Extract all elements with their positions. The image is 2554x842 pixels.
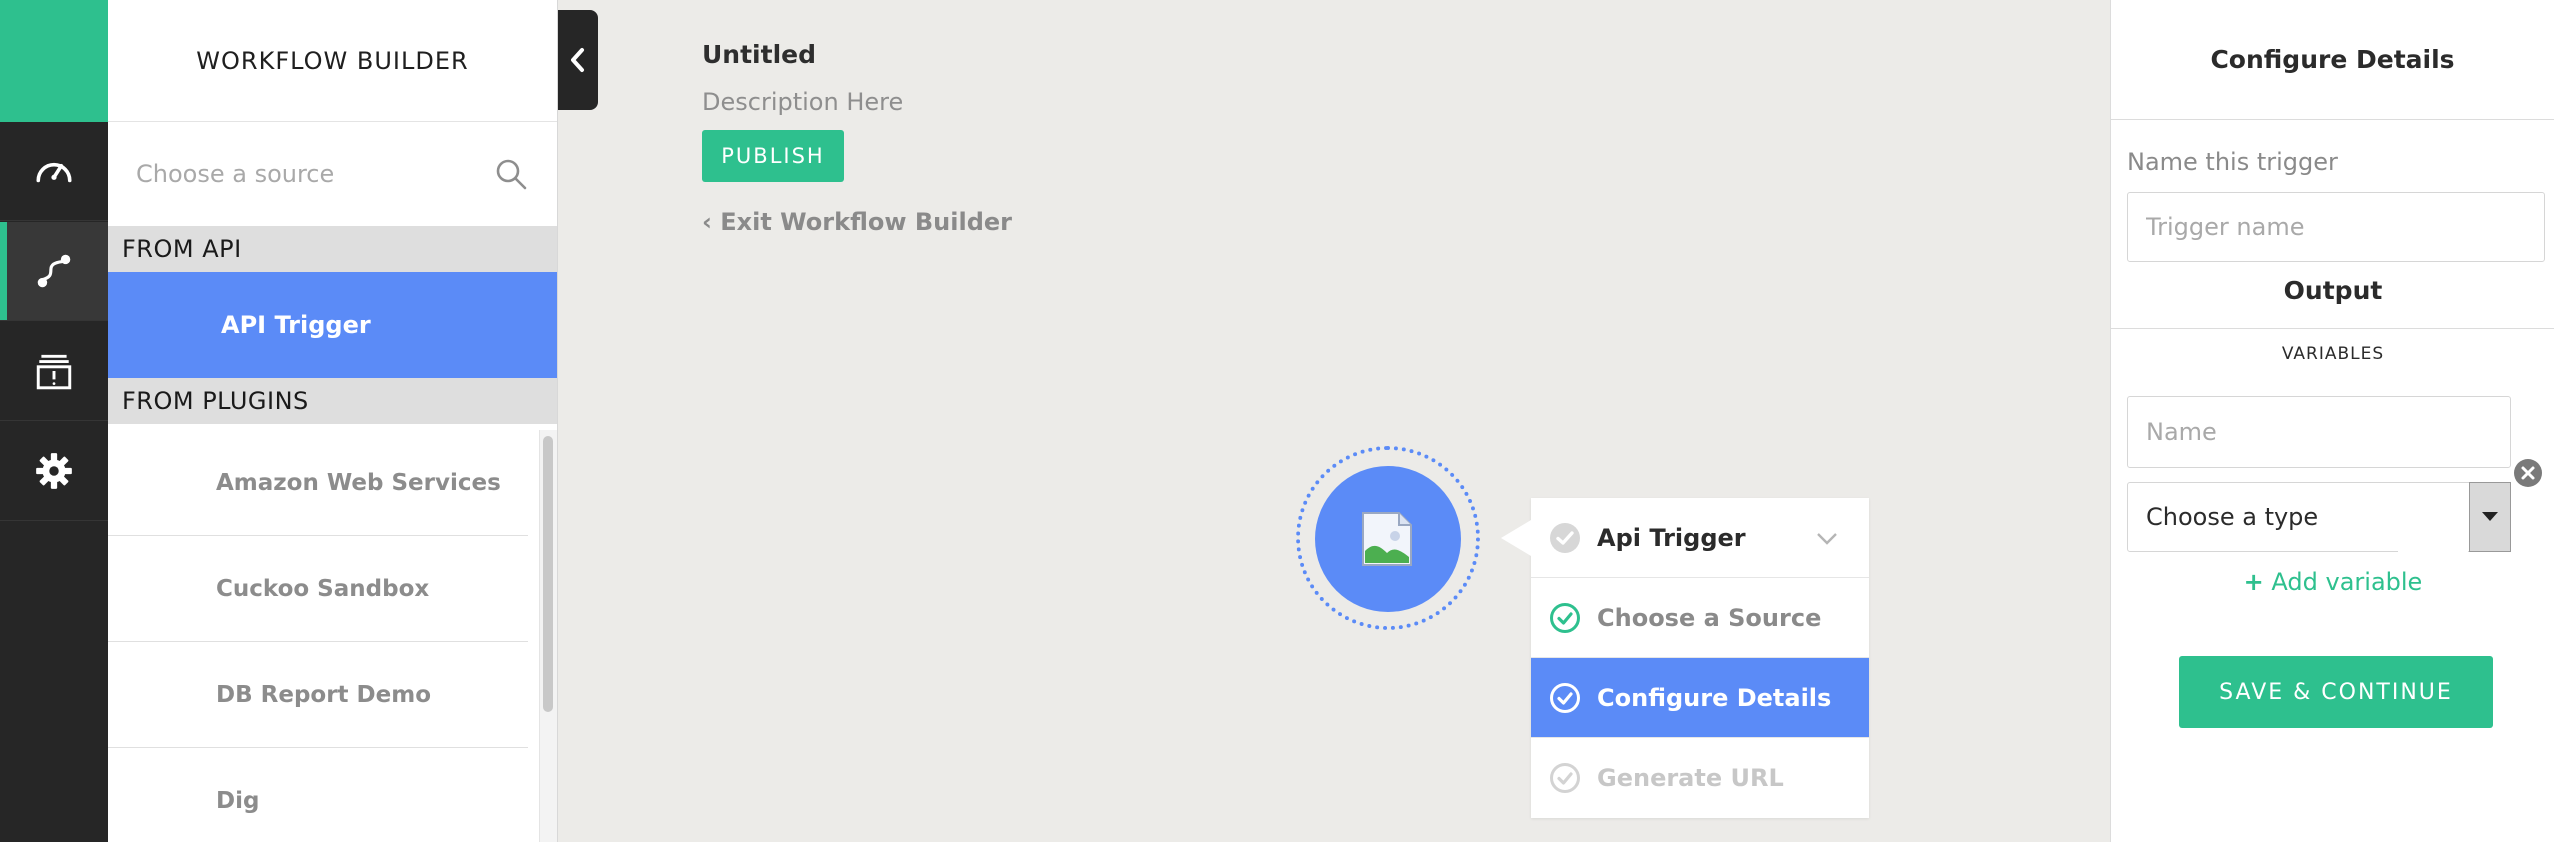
gear-icon <box>36 453 72 489</box>
plus-icon: + <box>2243 568 2264 596</box>
list-item[interactable]: DB Report Demo <box>108 642 528 748</box>
step-menu-header[interactable]: Api Trigger <box>1531 498 1869 578</box>
variable-name-input[interactable] <box>2127 396 2511 468</box>
step-menu-title: Api Trigger <box>1597 523 1746 552</box>
rail-item-alerts[interactable] <box>0 322 108 421</box>
speedometer-icon <box>36 163 72 183</box>
select-dropdown-button[interactable] <box>2469 482 2511 552</box>
source-search-input[interactable] <box>136 160 456 188</box>
remove-variable-icon[interactable] <box>2513 458 2543 488</box>
step-generate-url[interactable]: Generate URL <box>1531 738 1869 818</box>
plugin-list: Amazon Web Services Cuckoo Sandbox DB Re… <box>108 430 528 842</box>
panel-title: WORKFLOW BUILDER <box>108 0 557 122</box>
config-title: Configure Details <box>2111 0 2554 120</box>
step-label: Configure Details <box>1597 683 1832 712</box>
exit-workflow-link[interactable]: ‹ Exit Workflow Builder <box>702 208 1012 236</box>
rail-item-workflows[interactable] <box>0 222 108 321</box>
output-title: Output <box>2283 276 2383 305</box>
type-select-value: Choose a type <box>2146 503 2319 531</box>
check-circle-icon <box>1550 763 1580 793</box>
trigger-node[interactable] <box>1315 466 1461 612</box>
chevron-left-icon <box>571 48 584 72</box>
source-item-api-trigger[interactable]: API Trigger <box>108 272 557 378</box>
search-icon[interactable] <box>493 156 529 192</box>
variable-type-select[interactable]: Choose a type <box>2127 482 2511 552</box>
variables-label: VARIABLES <box>2281 344 2385 364</box>
brand-logo[interactable] <box>0 0 108 122</box>
check-circle-icon <box>1550 602 1580 633</box>
chevron-down-icon[interactable] <box>1815 526 1839 550</box>
source-search <box>108 122 557 226</box>
step-label: Choose a Source <box>1597 603 1822 632</box>
check-circle-icon <box>1550 682 1580 713</box>
add-variable-label: Add variable <box>2271 568 2423 596</box>
step-choose-source[interactable]: Choose a Source <box>1531 578 1869 658</box>
select-gap <box>2398 482 2468 552</box>
list-item[interactable]: Dig <box>108 748 528 842</box>
rail-item-settings[interactable] <box>0 422 108 521</box>
scrollbar-thumb[interactable] <box>543 436 553 712</box>
broken-image-icon <box>1362 512 1412 566</box>
list-item[interactable]: Cuckoo Sandbox <box>108 536 528 642</box>
check-circle-icon <box>1550 522 1580 553</box>
source-panel: WORKFLOW BUILDER FROM API API Trigger FR… <box>108 0 558 842</box>
step-menu: Api Trigger Choose a Source Configure De… <box>1501 498 1869 818</box>
add-variable-link[interactable]: + Add variable <box>2111 568 2554 596</box>
nav-rail <box>0 0 108 842</box>
divider <box>2111 328 2554 329</box>
trigger-name-input[interactable] <box>2127 192 2545 262</box>
group-header-api: FROM API <box>108 226 557 272</box>
list-item[interactable]: Amazon Web Services <box>108 430 528 536</box>
rail-item-dashboard[interactable] <box>0 122 108 221</box>
group-header-plugins: FROM PLUGINS <box>108 378 557 424</box>
workflow-icon <box>37 254 71 288</box>
trigger-name-label: Name this trigger <box>2127 148 2338 176</box>
archive-alert-icon <box>36 354 72 390</box>
workflow-description[interactable]: Description Here <box>702 88 903 116</box>
save-continue-button[interactable]: SAVE & CONTINUE <box>2179 656 2493 728</box>
publish-button[interactable]: PUBLISH <box>702 130 844 182</box>
collapse-panel-button[interactable] <box>558 10 598 110</box>
workflow-title[interactable]: Untitled <box>702 40 816 69</box>
step-label: Generate URL <box>1597 764 1784 792</box>
caret-down-icon <box>2482 512 2498 521</box>
step-configure-details[interactable]: Configure Details <box>1531 658 1869 738</box>
config-panel: Configure Details Name this trigger Outp… <box>2110 0 2554 842</box>
